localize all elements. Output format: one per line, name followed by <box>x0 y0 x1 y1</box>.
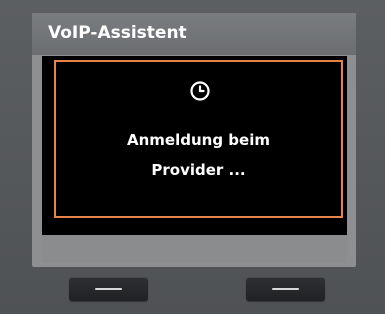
phone-device: VoIP-Assistent Anmeldung beim Provider .… <box>0 0 385 314</box>
display-area: Anmeldung beim Provider ... <box>42 56 347 235</box>
phone-screen: VoIP-Assistent Anmeldung beim Provider .… <box>32 13 356 267</box>
title-bar: VoIP-Assistent <box>32 13 356 55</box>
dash-icon <box>272 288 299 290</box>
clock-icon <box>190 81 210 101</box>
left-softkey-button[interactable] <box>69 277 148 301</box>
page-title: VoIP-Assistent <box>48 23 187 43</box>
status-popup: Anmeldung beim Provider ... <box>54 60 343 218</box>
softkey-label-bar <box>42 235 347 263</box>
dash-icon <box>95 288 122 290</box>
right-softkey-button[interactable] <box>246 277 325 301</box>
status-message-line-2: Provider ... <box>151 161 246 179</box>
status-message-line-1: Anmeldung beim <box>127 131 270 149</box>
